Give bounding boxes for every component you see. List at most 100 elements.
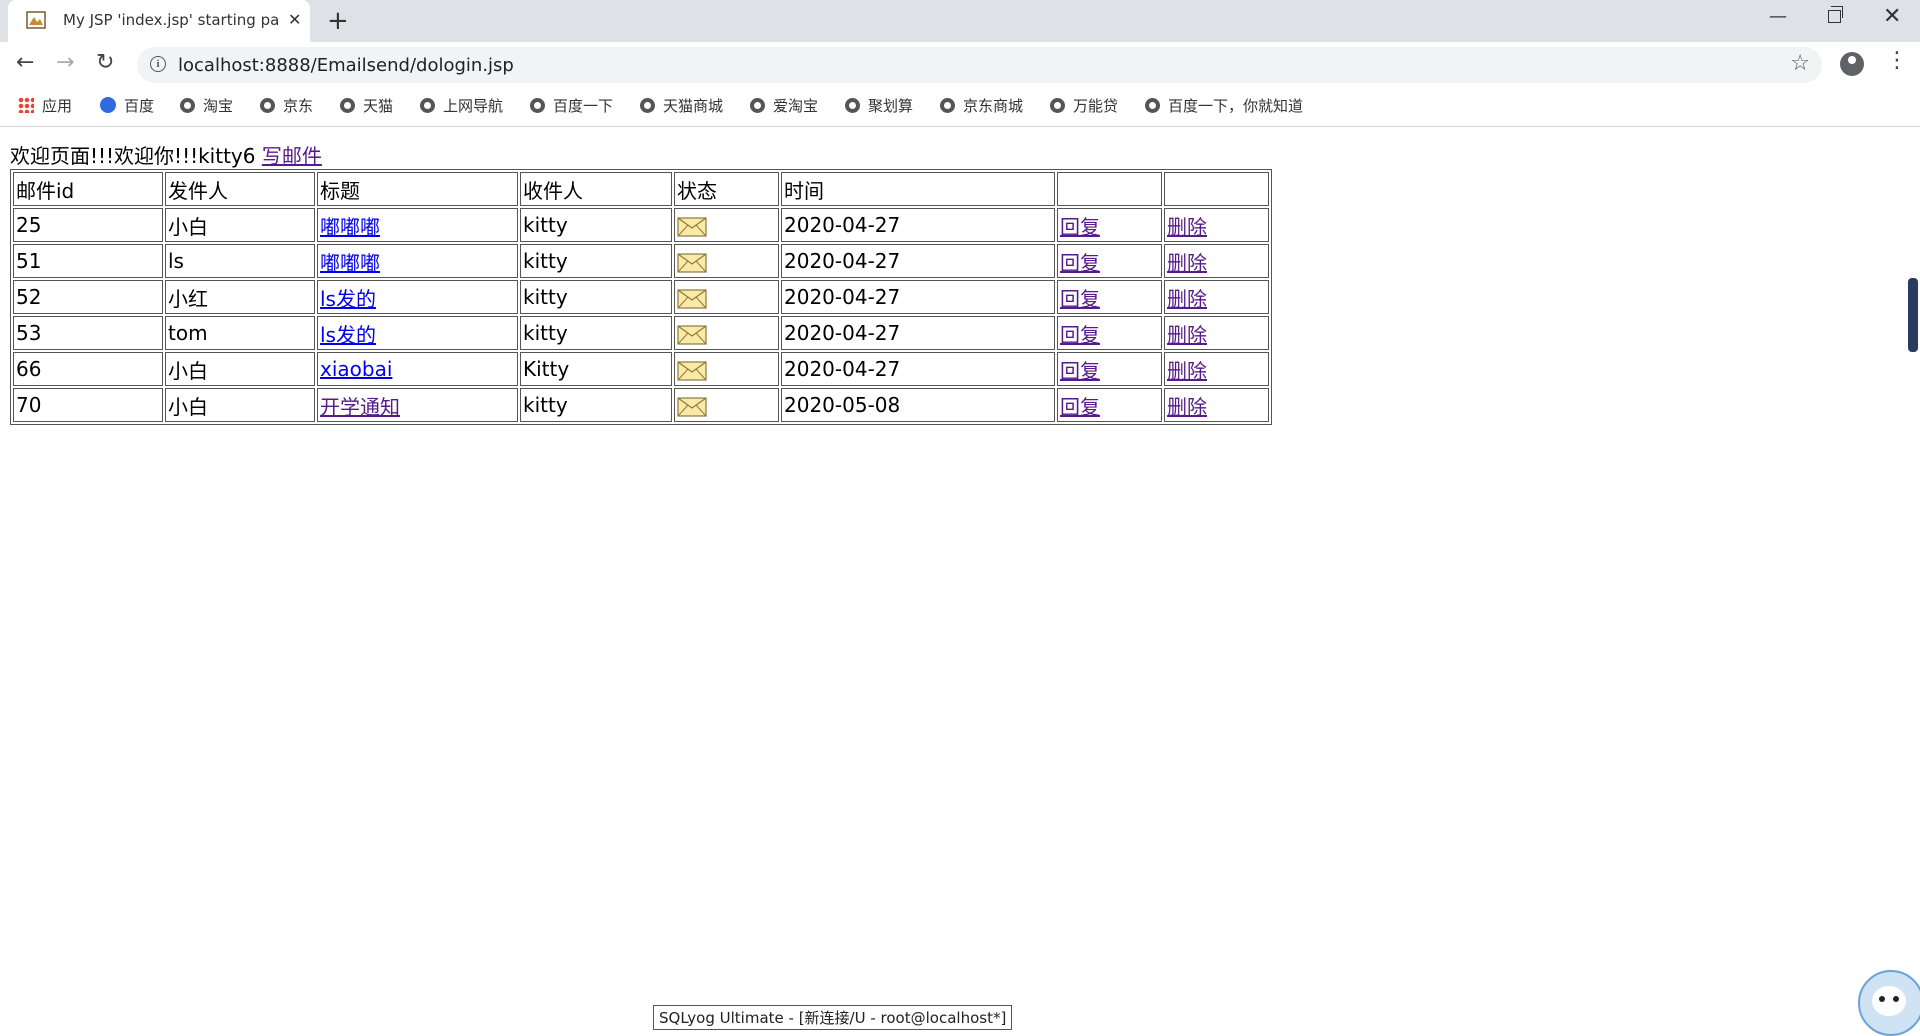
- globe-icon: [750, 98, 765, 113]
- bookmark-jd[interactable]: 京东: [260, 95, 313, 116]
- header-title: 标题: [317, 172, 518, 206]
- cell-time: 2020-04-27: [781, 244, 1055, 278]
- bookmark-tmall[interactable]: 天猫: [340, 95, 393, 116]
- envelope-icon: [677, 396, 707, 417]
- globe-icon: [1145, 98, 1160, 113]
- url-text[interactable]: localhost:8888/Emailsend/dologin.jsp: [178, 55, 514, 76]
- table-row: 51 ls 嘟嘟嘟 kitty 2020-04-27 回复 删除: [13, 244, 1269, 278]
- cell-status: [674, 388, 779, 422]
- table-row: 52 小红 ls发的 kitty 2020-04-27 回复 删除: [13, 280, 1269, 314]
- menu-icon[interactable]: ⋮: [1886, 50, 1908, 72]
- cell-reply: 回复: [1057, 208, 1162, 242]
- bookmark-ai-taobao[interactable]: 爱淘宝: [750, 95, 818, 116]
- bookmark-star-icon[interactable]: ☆: [1790, 51, 1810, 76]
- header-sender: 发件人: [165, 172, 315, 206]
- restore-icon[interactable]: [1828, 6, 1843, 23]
- site-info-icon[interactable]: i: [150, 56, 166, 72]
- cell-time: 2020-04-27: [781, 316, 1055, 350]
- bookmark-baidu-search[interactable]: 百度一下: [530, 95, 613, 116]
- reload-icon[interactable]: ↻: [96, 50, 114, 75]
- cell-status: [674, 280, 779, 314]
- header-mail-id: 邮件id: [13, 172, 163, 206]
- bookmark-nav[interactable]: 上网导航: [420, 95, 503, 116]
- table-row: 70 小白 开学通知 kitty 2020-05-08 回复 删除: [13, 388, 1269, 422]
- browser-tab[interactable]: My JSP 'index.jsp' starting page ✕: [8, 0, 310, 42]
- mail-title-link[interactable]: ls发的: [320, 323, 376, 347]
- cell-time: 2020-04-27: [781, 352, 1055, 386]
- cell-title: ls发的: [317, 280, 518, 314]
- forward-icon[interactable]: →: [56, 50, 74, 75]
- back-icon[interactable]: ←: [16, 50, 34, 75]
- mail-title-link[interactable]: ls发的: [320, 287, 376, 311]
- address-bar[interactable]: i localhost:8888/Emailsend/dologin.jsp ☆: [137, 47, 1822, 83]
- cell-time: 2020-05-08: [781, 388, 1055, 422]
- globe-icon: [940, 98, 955, 113]
- bookmark-baidu[interactable]: 百度: [100, 95, 154, 116]
- profile-icon[interactable]: [1840, 52, 1864, 76]
- cell-mail-id: 70: [13, 388, 163, 422]
- cell-sender: 小白: [165, 388, 315, 422]
- mail-table: 邮件id 发件人 标题 收件人 状态 时间 25 小白 嘟嘟嘟 kitty 2020-0…: [10, 169, 1272, 425]
- cell-delete: 删除: [1164, 280, 1269, 314]
- cell-status: [674, 316, 779, 350]
- cell-sender: 小白: [165, 208, 315, 242]
- envelope-icon: [677, 288, 707, 309]
- delete-link[interactable]: 删除: [1167, 359, 1207, 383]
- write-mail-link[interactable]: 写邮件: [262, 144, 322, 168]
- minimize-icon[interactable]: —: [1769, 6, 1787, 27]
- globe-icon: [1050, 98, 1065, 113]
- reply-link[interactable]: 回复: [1060, 395, 1100, 419]
- reply-link[interactable]: 回复: [1060, 215, 1100, 239]
- table-row: 25 小白 嘟嘟嘟 kitty 2020-04-27 回复 删除: [13, 208, 1269, 242]
- cell-title: ls发的: [317, 316, 518, 350]
- cell-sender: 小白: [165, 352, 315, 386]
- globe-icon: [260, 98, 275, 113]
- tab-title: My JSP 'index.jsp' starting page: [63, 11, 278, 29]
- welcome-line: 欢迎页面!!!欢迎你!!!kitty6 写邮件: [10, 140, 1272, 169]
- cell-mail-id: 51: [13, 244, 163, 278]
- cell-delete: 删除: [1164, 208, 1269, 242]
- cell-reply: 回复: [1057, 244, 1162, 278]
- window-close-icon[interactable]: ✕: [1883, 4, 1901, 29]
- bookmark-apps[interactable]: 应用: [18, 95, 72, 116]
- cell-delete: 删除: [1164, 388, 1269, 422]
- cell-recipient: kitty: [520, 208, 672, 242]
- delete-link[interactable]: 删除: [1167, 215, 1207, 239]
- bookmark-juhuasuan[interactable]: 聚划算: [845, 95, 913, 116]
- mascot-avatar-icon[interactable]: [1858, 970, 1920, 1036]
- mail-title-link[interactable]: 嘟嘟嘟: [320, 215, 380, 239]
- mail-title-link[interactable]: 嘟嘟嘟: [320, 251, 380, 275]
- cell-recipient: kitty: [520, 280, 672, 314]
- cell-title: 嘟嘟嘟: [317, 208, 518, 242]
- new-tab-icon[interactable]: +: [327, 6, 349, 36]
- delete-link[interactable]: 删除: [1167, 251, 1207, 275]
- bookmark-wannengdai[interactable]: 万能贷: [1050, 95, 1118, 116]
- mail-title-link[interactable]: 开学通知: [320, 395, 400, 419]
- delete-link[interactable]: 删除: [1167, 395, 1207, 419]
- globe-icon: [420, 98, 435, 113]
- table-row: 53 tom ls发的 kitty 2020-04-27 回复 删除: [13, 316, 1269, 350]
- globe-icon: [340, 98, 355, 113]
- reply-link[interactable]: 回复: [1060, 359, 1100, 383]
- header-status: 状态: [674, 172, 779, 206]
- browser-toolbar: ← → ↻ i localhost:8888/Emailsend/dologin…: [0, 42, 1920, 86]
- bookmark-jd-mall[interactable]: 京东商城: [940, 95, 1023, 116]
- bookmark-baidu-know[interactable]: 百度一下，你就知道: [1145, 95, 1303, 116]
- reply-link[interactable]: 回复: [1060, 287, 1100, 311]
- delete-link[interactable]: 删除: [1167, 287, 1207, 311]
- header-recipient: 收件人: [520, 172, 672, 206]
- cell-mail-id: 66: [13, 352, 163, 386]
- tab-strip: My JSP 'index.jsp' starting page ✕ + — ✕: [0, 0, 1920, 42]
- tab-close-icon[interactable]: ✕: [288, 10, 301, 29]
- reply-link[interactable]: 回复: [1060, 323, 1100, 347]
- side-scroll-handle[interactable]: [1908, 278, 1918, 352]
- globe-icon: [845, 98, 860, 113]
- delete-link[interactable]: 删除: [1167, 323, 1207, 347]
- cell-title: 开学通知: [317, 388, 518, 422]
- welcome-text: 欢迎页面!!!欢迎你!!!kitty6: [10, 144, 256, 168]
- bookmark-tmall-mall[interactable]: 天猫商城: [640, 95, 723, 116]
- cell-reply: 回复: [1057, 316, 1162, 350]
- bookmark-taobao[interactable]: 淘宝: [180, 95, 233, 116]
- reply-link[interactable]: 回复: [1060, 251, 1100, 275]
- mail-title-link[interactable]: xiaobai: [320, 357, 392, 381]
